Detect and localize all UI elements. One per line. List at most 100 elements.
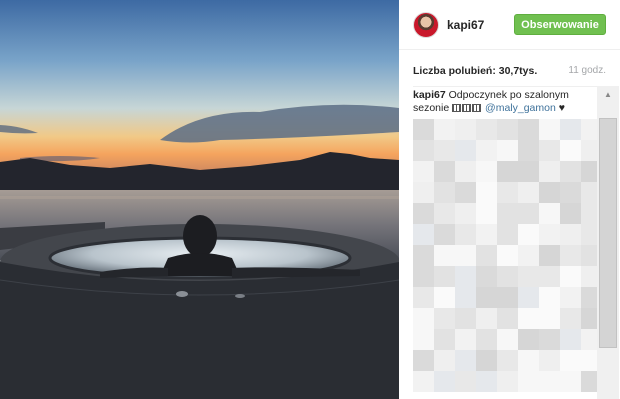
pixel-block: [497, 245, 518, 266]
pixel-block: [476, 329, 497, 350]
caption-username[interactable]: kapi67: [413, 89, 446, 101]
pixel-block: [476, 224, 497, 245]
pixel-block: [518, 287, 539, 308]
pixel-block: [518, 371, 539, 392]
pixel-block: [539, 182, 560, 203]
pixel-block: [476, 371, 497, 392]
pixel-block: [476, 140, 497, 161]
post-photo[interactable]: [0, 0, 399, 399]
pixel-block: [434, 119, 455, 140]
pixel-block: [413, 329, 434, 350]
pixel-block: [455, 140, 476, 161]
pixel-block: [476, 266, 497, 287]
pixel-block: [560, 119, 581, 140]
pixel-block: [455, 329, 476, 350]
pixel-block: [560, 371, 581, 392]
pixel-block: [455, 266, 476, 287]
pixel-block: [497, 140, 518, 161]
pixel-block: [413, 182, 434, 203]
pixel-block: [434, 308, 455, 329]
pixel-block: [518, 245, 539, 266]
pixel-block: [434, 224, 455, 245]
pixel-block: [539, 329, 560, 350]
pixel-block: [476, 350, 497, 371]
pixel-block: [434, 182, 455, 203]
flag-emoji-icon: [452, 102, 482, 114]
pixel-block: [560, 329, 581, 350]
pixel-block: [560, 161, 581, 182]
pixel-block: [518, 266, 539, 287]
pixel-block: [413, 308, 434, 329]
pixel-block: [413, 350, 434, 371]
post-time[interactable]: 11 godz.: [568, 65, 606, 76]
scroll-up-arrow-icon[interactable]: ▲: [599, 88, 617, 102]
pixel-block: [560, 266, 581, 287]
pixel-block: [497, 350, 518, 371]
pixel-block: [413, 287, 434, 308]
pixel-block: [497, 203, 518, 224]
pixel-block: [518, 329, 539, 350]
pixel-block: [434, 329, 455, 350]
pixel-block: [497, 371, 518, 392]
pixel-block: [413, 203, 434, 224]
pixel-block: [497, 329, 518, 350]
pixel-block: [413, 140, 434, 161]
pixelated-comments: [413, 119, 602, 393]
pixel-block: [434, 140, 455, 161]
pixel-block: [518, 119, 539, 140]
pixel-block: [476, 161, 497, 182]
pixel-block: [518, 140, 539, 161]
pixel-block: [476, 203, 497, 224]
pixel-block: [476, 119, 497, 140]
follow-button[interactable]: Obserwowanie: [514, 14, 606, 35]
pixel-block: [518, 161, 539, 182]
pixel-block: [497, 119, 518, 140]
likes-row: Liczba polubień: 30,7tys. 11 godz.: [413, 65, 606, 79]
pixel-block: [434, 287, 455, 308]
pixel-block: [539, 308, 560, 329]
pixel-block: [413, 119, 434, 140]
pixel-block: [539, 287, 560, 308]
likes-count[interactable]: Liczba polubień: 30,7tys.: [413, 65, 537, 77]
pixel-block: [455, 245, 476, 266]
pixel-block: [539, 224, 560, 245]
pixel-block: [413, 371, 434, 392]
pixel-block: [560, 182, 581, 203]
pixel-block: [455, 224, 476, 245]
pixel-block: [476, 182, 497, 203]
pixel-block: [476, 308, 497, 329]
pixel-block: [434, 350, 455, 371]
pixel-block: [560, 245, 581, 266]
scroll-thumb[interactable]: [599, 118, 617, 348]
post-sidebar: kapi67 Obserwowanie Liczba polubień: 30,…: [399, 0, 620, 399]
pixel-block: [476, 245, 497, 266]
pixel-block: [560, 308, 581, 329]
post-caption: kapi67 Odpoczynek po szalonym sezonie @m…: [413, 89, 603, 115]
avatar[interactable]: [413, 12, 439, 38]
pixel-block: [497, 287, 518, 308]
caption-mention[interactable]: @maly_gamon: [485, 102, 556, 114]
pixel-block: [539, 371, 560, 392]
post-image: [0, 0, 399, 399]
pixel-block: [560, 203, 581, 224]
pixel-block: [539, 203, 560, 224]
pixel-block: [497, 308, 518, 329]
pixel-block: [455, 308, 476, 329]
pixel-block: [455, 287, 476, 308]
pixel-block: [497, 161, 518, 182]
pixel-block: [413, 245, 434, 266]
pixel-block: [539, 119, 560, 140]
pixel-block: [539, 350, 560, 371]
pixel-block: [539, 161, 560, 182]
pixel-block: [455, 203, 476, 224]
pixel-block: [560, 224, 581, 245]
pixel-block: [455, 182, 476, 203]
pixel-block: [434, 245, 455, 266]
pixel-block: [455, 350, 476, 371]
pixel-block: [518, 224, 539, 245]
pixel-block: [497, 224, 518, 245]
post-header: kapi67 Obserwowanie: [399, 0, 620, 50]
pixel-block: [560, 140, 581, 161]
header-username[interactable]: kapi67: [447, 18, 484, 32]
heart-icon: ♥: [558, 102, 565, 114]
